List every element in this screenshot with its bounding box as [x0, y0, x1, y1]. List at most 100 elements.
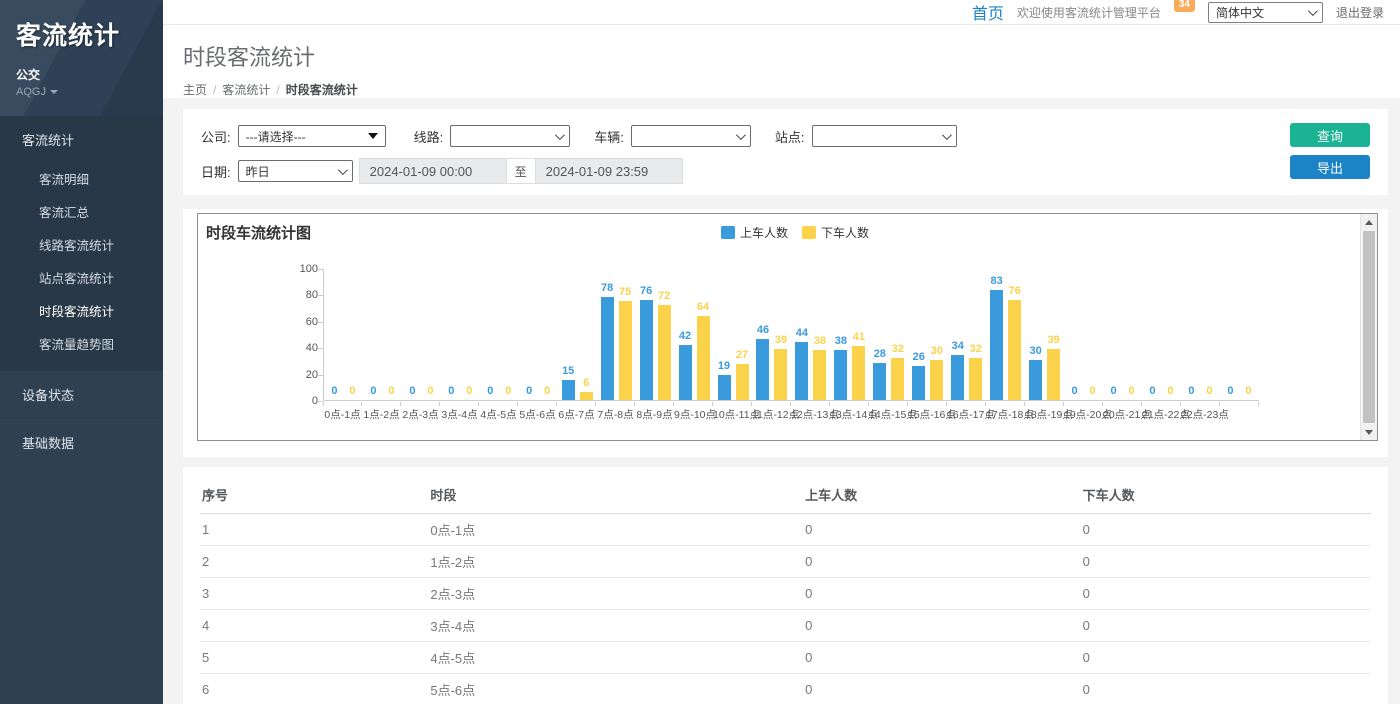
y-axis-tick-label: 100	[284, 263, 318, 275]
sidebar-item-passenger-detail[interactable]: 客流明细	[0, 162, 163, 195]
x-axis-tick	[986, 402, 1025, 406]
content: 公司: ---请选择--- 线路: 车辆: 站点:	[163, 98, 1400, 704]
bar-value-label: 27	[736, 349, 748, 361]
app-logo-title: 客流统计	[16, 16, 147, 52]
table-row[interactable]: 65点-6点00	[200, 674, 1371, 704]
bar-value-label: 30	[1030, 345, 1042, 357]
bar-value-label: 78	[601, 282, 613, 294]
table-cell: 0	[1081, 514, 1371, 546]
x-axis-tick	[596, 402, 635, 406]
bar-value-label: 0	[1245, 385, 1251, 397]
breadcrumb-section[interactable]: 客流统计	[222, 83, 270, 97]
table-row[interactable]: 43点-4点00	[200, 610, 1371, 642]
y-axis-tick	[318, 295, 323, 296]
table-cell: 3	[200, 578, 428, 610]
chart-panel: 时段车流统计图 上车人数下车人数 00000000000015678757672…	[183, 209, 1388, 457]
table-row[interactable]: 54点-5点00	[200, 642, 1371, 674]
bar-value-label: 75	[619, 286, 631, 298]
table-body: 10点-1点0021点-2点0032点-3点0043点-4点0054点-5点00…	[200, 514, 1371, 704]
scrollbar-thumb[interactable]	[1363, 231, 1375, 423]
user-menu[interactable]: AQGJ	[16, 86, 147, 98]
x-axis-tick-label: 15点-16点	[908, 407, 947, 422]
page-heading: 时段客流统计 主页/客流统计/时段客流统计	[163, 25, 1400, 98]
logout-link[interactable]: 退出登录	[1336, 4, 1384, 21]
x-axis-tick	[362, 402, 401, 406]
company-select[interactable]: ---请选择---	[238, 125, 386, 147]
user-name: AQGJ	[16, 86, 46, 98]
bar-value-label: 0	[1090, 385, 1096, 397]
x-axis-tick	[440, 402, 479, 406]
x-axis-tick-label: 2点-3点	[401, 407, 440, 422]
filter-panel: 公司: ---请选择--- 线路: 车辆: 站点:	[183, 109, 1388, 195]
bar-value-label: 15	[562, 365, 574, 377]
bar-value-label: 0	[370, 385, 376, 397]
x-axis-tick-label: 19点-20点	[1064, 407, 1103, 422]
y-axis-tick	[318, 322, 323, 323]
sidebar-item-passenger-stats[interactable]: 客流统计	[0, 116, 163, 162]
bar-value-label: 64	[697, 301, 709, 313]
x-axis-tick-label: 13点-14点	[830, 407, 869, 422]
bar-group: 3841	[830, 268, 869, 400]
search-button[interactable]: 查询	[1290, 123, 1370, 147]
legend-swatch	[802, 226, 816, 239]
sidebar-item-station-stats[interactable]: 站点客流统计	[0, 261, 163, 294]
y-axis-tick	[318, 269, 323, 270]
table-row[interactable]: 32点-3点00	[200, 578, 1371, 610]
breadcrumb-separator: /	[276, 83, 279, 97]
sidebar-item-line-stats[interactable]: 线路客流统计	[0, 228, 163, 261]
x-axis-tick-label: 9点-10点	[674, 407, 713, 422]
home-link[interactable]: 首页	[972, 0, 1004, 24]
bar-group: 8376	[986, 268, 1025, 400]
station-select[interactable]	[812, 125, 957, 147]
notification-badge[interactable]: 34	[1174, 0, 1195, 12]
bar-group: 1927	[714, 268, 753, 400]
breadcrumb-home[interactable]: 主页	[183, 83, 207, 97]
bar-group: 42 64	[675, 268, 714, 400]
sidebar-item-base-data[interactable]: 基础数据	[0, 418, 163, 466]
line-select[interactable]	[450, 125, 570, 147]
bar-value-label: 0	[1188, 385, 1194, 397]
line-label: 线路:	[414, 127, 444, 146]
date-start-input[interactable]: 2024-01-09 00:00	[359, 158, 507, 184]
sidebar-item-period-stats[interactable]: 时段客流统计	[0, 294, 163, 327]
bar-group: 00	[402, 268, 441, 400]
bar-value-label: 0	[1110, 385, 1116, 397]
y-axis-tick	[318, 375, 323, 376]
date-end-input[interactable]: 2024-01-09 23:59	[535, 158, 683, 184]
export-button[interactable]: 导出	[1290, 155, 1370, 179]
bar-alighting: 32	[891, 358, 904, 400]
y-axis-tick-label: 80	[284, 289, 318, 301]
date-preset-select[interactable]: 昨日	[238, 160, 353, 182]
bar-group: 00	[480, 268, 519, 400]
table-row[interactable]: 21点-2点00	[200, 546, 1371, 578]
table-row[interactable]: 10点-1点00	[200, 514, 1371, 546]
col-header-index: 序号	[200, 475, 428, 514]
bar-alighting: 39	[1047, 349, 1060, 400]
table-cell: 0	[1081, 578, 1371, 610]
bar-alighting: 75	[619, 301, 632, 400]
bar-alighting: 72	[658, 305, 671, 400]
plot-area: 0000000000001567875767242641927463944383…	[323, 269, 1259, 401]
x-axis-tick	[635, 402, 674, 406]
x-axis-tick-label: 8点-9点	[635, 407, 674, 422]
vehicle-select[interactable]	[631, 125, 751, 147]
bar-group: 156	[558, 268, 597, 400]
scroll-up-arrow-icon[interactable]	[1361, 214, 1377, 230]
bar-group: 30 39	[1025, 268, 1064, 400]
language-select[interactable]: 简体中文	[1208, 2, 1323, 23]
legend-item[interactable]: 上车人数	[721, 224, 788, 241]
x-axis-tick-label: 3点-4点	[440, 407, 479, 422]
sidebar-item-trend-chart[interactable]: 客流量趋势图	[0, 327, 163, 360]
bar-value-label: 0	[349, 385, 355, 397]
chevron-down-icon	[338, 165, 348, 175]
bar-group: 3432	[947, 268, 986, 400]
sidebar-item-passenger-summary[interactable]: 客流汇总	[0, 195, 163, 228]
chart-vertical-scrollbar[interactable]	[1360, 214, 1377, 440]
x-axis-tick	[518, 402, 557, 406]
y-axis-tick-label: 40	[284, 342, 318, 354]
legend-item[interactable]: 下车人数	[802, 224, 869, 241]
bar-boarding: 42	[679, 345, 692, 400]
scroll-down-arrow-icon[interactable]	[1361, 424, 1377, 440]
sidebar-item-device-status[interactable]: 设备状态	[0, 370, 163, 418]
table-cell: 0	[803, 514, 1081, 546]
